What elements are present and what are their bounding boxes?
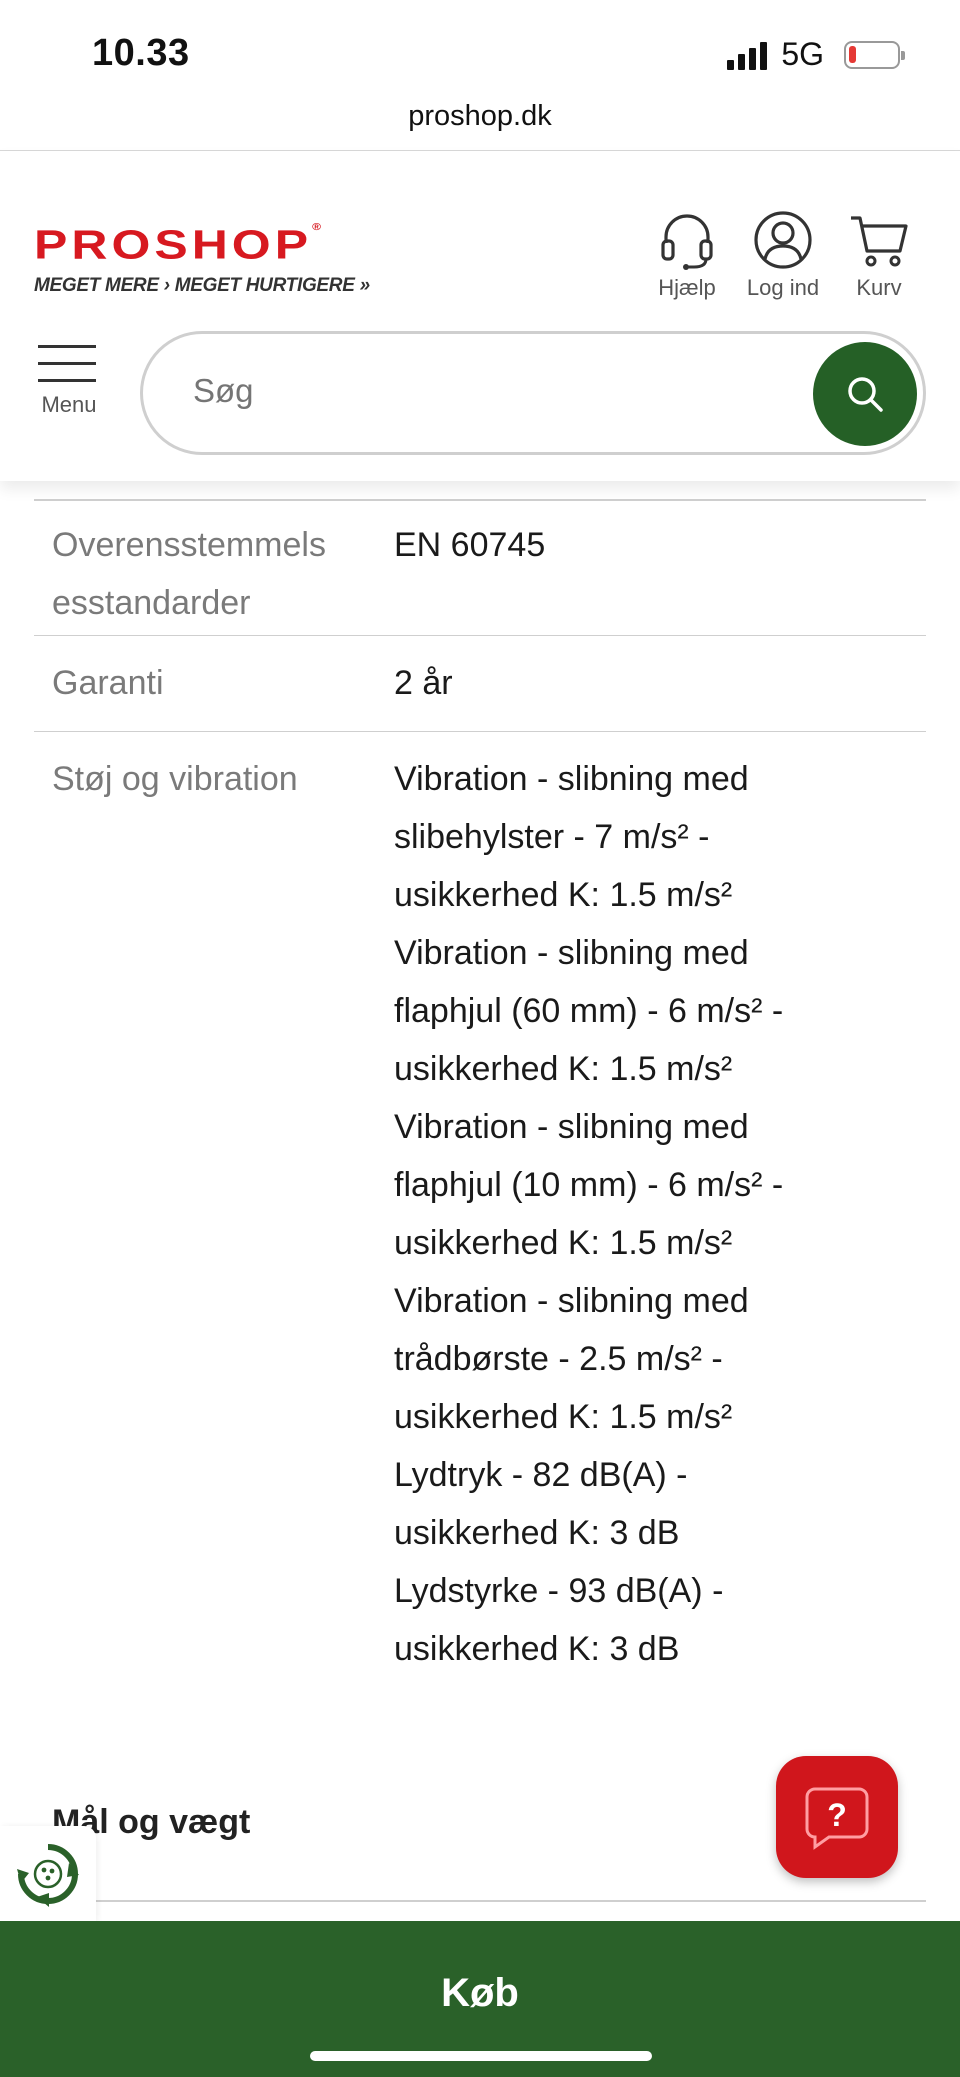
- home-indicator[interactable]: [310, 2051, 652, 2061]
- help-chat-button[interactable]: ?: [776, 1756, 898, 1878]
- proshop-logo[interactable]: PROSHOP® MEGET MERE › MEGET HURTIGERE »: [34, 221, 370, 297]
- menu-button[interactable]: Menu: [38, 345, 100, 418]
- recycle-leaf-icon: [17, 1844, 79, 1907]
- table-row: Garanti 2 år: [34, 636, 926, 732]
- spec-value: 2 år: [394, 664, 453, 702]
- battery-level: [849, 45, 856, 63]
- network-type: 5G: [781, 36, 824, 72]
- login-label: Log ind: [746, 275, 820, 300]
- battery-icon: [844, 40, 905, 69]
- table-row: Overensstemmels esstandarder EN 60745: [34, 500, 926, 636]
- spec-value: EN 60745: [394, 526, 546, 564]
- spec-value: Vibration - slibning med slibehylster - …: [394, 760, 784, 1668]
- headset-icon: [661, 214, 713, 270]
- user-circle-icon: [754, 211, 812, 269]
- login-button[interactable]: Log ind: [738, 209, 828, 301]
- buy-bar: Køb: [0, 1921, 960, 2077]
- divider: [96, 1900, 926, 1902]
- buy-button[interactable]: Køb: [0, 1971, 960, 2016]
- address-bar[interactable]: proshop.dk: [0, 100, 960, 152]
- cart-label: Kurv: [856, 275, 902, 300]
- search-bar: [140, 331, 926, 455]
- cart-button[interactable]: Kurv: [834, 209, 924, 301]
- table-row: Støj og vibration Vibration - slibning m…: [34, 732, 926, 1732]
- eco-badge[interactable]: [0, 1826, 96, 1922]
- help-button[interactable]: Hjælp: [642, 209, 732, 301]
- help-label: Hjælp: [658, 275, 716, 300]
- hamburger-icon: [38, 345, 100, 382]
- cart-icon: [851, 216, 908, 267]
- status-indicators: 5G: [727, 36, 905, 73]
- search-input[interactable]: [193, 372, 753, 410]
- logo-tagline: MEGET MERE › MEGET HURTIGERE »: [34, 275, 370, 296]
- url-text: proshop.dk: [408, 100, 552, 132]
- spec-label: Støj og vibration: [52, 760, 298, 798]
- svg-text:?: ?: [827, 1797, 847, 1833]
- status-time: 10.33: [92, 32, 190, 74]
- logo-wordmark: PROSHOP®: [34, 221, 325, 268]
- spec-label: Overensstemmels esstandarder: [52, 526, 326, 622]
- site-header: PROSHOP® MEGET MERE › MEGET HURTIGERE » …: [0, 151, 960, 481]
- question-chat-icon: ?: [805, 1787, 869, 1850]
- spec-label: Garanti: [52, 664, 164, 702]
- search-button[interactable]: [813, 342, 917, 446]
- signal-icon: [727, 40, 768, 70]
- search-icon: [848, 377, 883, 412]
- menu-label: Menu: [41, 392, 97, 417]
- status-bar: 10.33 5G: [0, 0, 960, 104]
